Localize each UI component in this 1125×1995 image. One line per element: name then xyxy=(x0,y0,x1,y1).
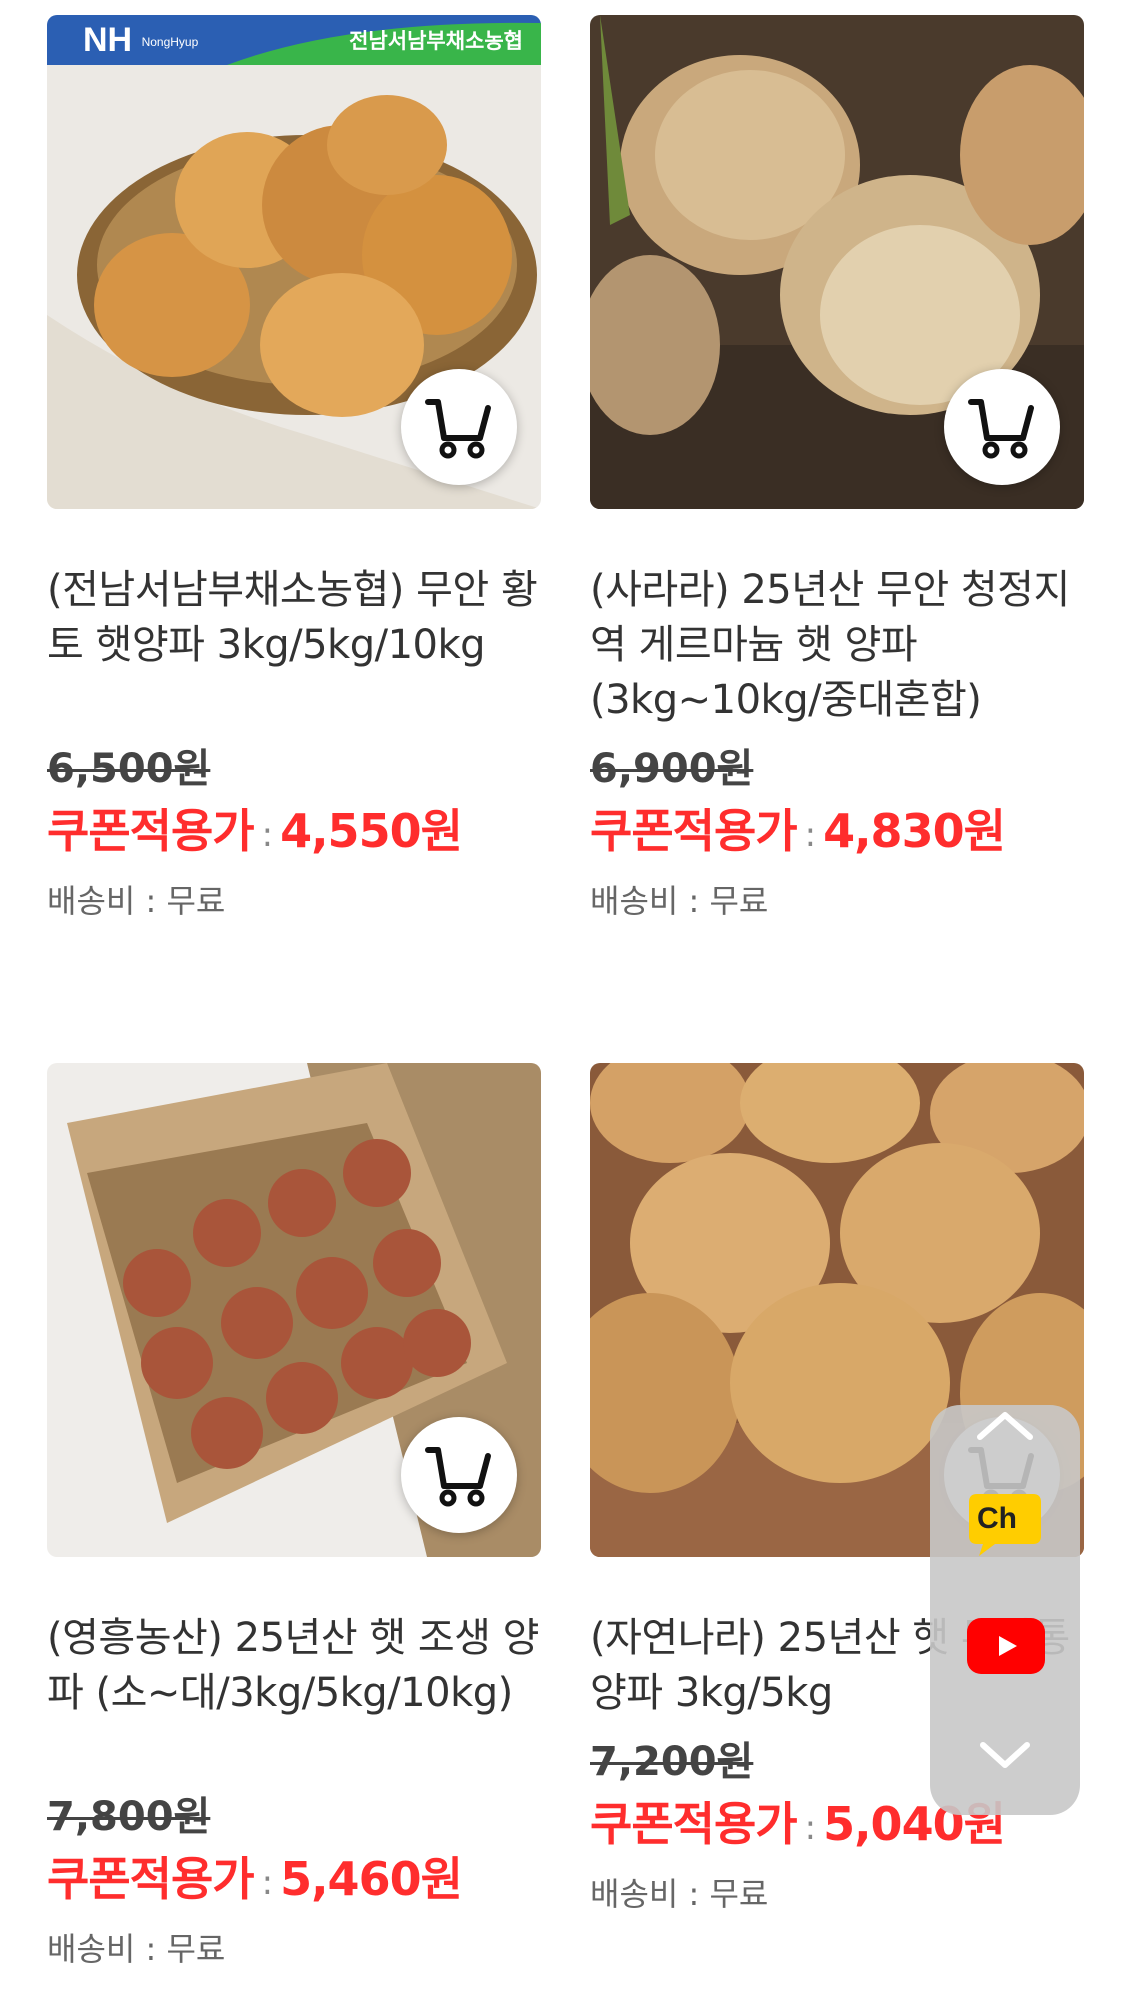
original-price: 6,500원 xyxy=(47,746,211,792)
shipping-fee: 배송비 : 무료 xyxy=(47,1929,226,1968)
product-title[interactable]: (전남서남부채소농협) 무안 황토 햇양파 3kg/5kg/10kg xyxy=(47,563,547,673)
coupon-price-row: 쿠폰적용가:4,550원 xyxy=(47,799,547,867)
original-price: 6,900원 xyxy=(590,746,754,792)
shipping-fee: 배송비 : 무료 xyxy=(47,881,226,920)
coupon-price-row: 쿠폰적용가:4,830원 xyxy=(590,799,1090,867)
coupon-price: 5,460원 xyxy=(280,1852,463,1906)
cart-icon xyxy=(425,399,491,459)
brand-logo: NH xyxy=(83,21,133,59)
add-to-cart-button[interactable] xyxy=(401,1417,517,1533)
brand-badge: NH NongHyup xyxy=(83,21,198,60)
chevron-up-icon xyxy=(977,1412,1033,1440)
chevron-down-icon xyxy=(980,1742,1030,1768)
chat-channel-button[interactable]: Ch xyxy=(965,1490,1045,1560)
separator: : xyxy=(261,1862,274,1903)
product-title[interactable]: (영흥농산) 25년산 햇 조생 양파 (소~대/3kg/5kg/10kg) xyxy=(47,1611,547,1721)
add-to-cart-button[interactable] xyxy=(944,369,1060,485)
coupon-label: 쿠폰적용가 xyxy=(590,804,798,858)
coupon-label: 쿠폰적용가 xyxy=(47,1852,255,1906)
original-price: 7,800원 xyxy=(47,1794,211,1840)
coupon-price: 4,550원 xyxy=(280,804,463,858)
separator: : xyxy=(804,1807,817,1848)
brand-sub: NongHyup xyxy=(141,35,199,50)
shipping-fee: 배송비 : 무료 xyxy=(590,1874,769,1913)
price-block: 6,500원 쿠폰적용가:4,550원 배송비 : 무료 xyxy=(47,739,547,929)
scroll-top-button[interactable] xyxy=(970,1405,1040,1445)
product-image[interactable]: NH NongHyup 전남서남부채소농협 xyxy=(47,15,541,509)
product-image[interactable] xyxy=(47,1063,541,1557)
separator: : xyxy=(804,814,817,855)
brand-badge-text: 전남서남부채소농협 xyxy=(349,29,523,53)
add-to-cart-button[interactable] xyxy=(401,369,517,485)
product-title[interactable]: (사라라) 25년산 무안 청정지역 게르마늄 햇 양파 (3kg~10kg/중… xyxy=(590,563,1090,728)
cart-icon xyxy=(968,399,1034,459)
youtube-play-icon xyxy=(999,1636,1017,1656)
scroll-down-button[interactable] xyxy=(975,1735,1035,1775)
coupon-price-row: 쿠폰적용가:5,460원 xyxy=(47,1847,547,1915)
separator: : xyxy=(261,814,274,855)
cart-icon xyxy=(425,1447,491,1507)
coupon-label: 쿠폰적용가 xyxy=(590,1797,798,1851)
coupon-label: 쿠폰적용가 xyxy=(47,804,255,858)
coupon-price: 4,830원 xyxy=(823,804,1006,858)
youtube-button[interactable] xyxy=(967,1618,1045,1674)
price-block: 7,800원 쿠폰적용가:5,460원 배송비 : 무료 xyxy=(47,1787,547,1977)
price-block: 6,900원 쿠폰적용가:4,830원 배송비 : 무료 xyxy=(590,739,1090,929)
chat-label: Ch xyxy=(977,1502,1017,1535)
shipping-fee: 배송비 : 무료 xyxy=(590,881,769,920)
product-image[interactable] xyxy=(590,15,1084,509)
